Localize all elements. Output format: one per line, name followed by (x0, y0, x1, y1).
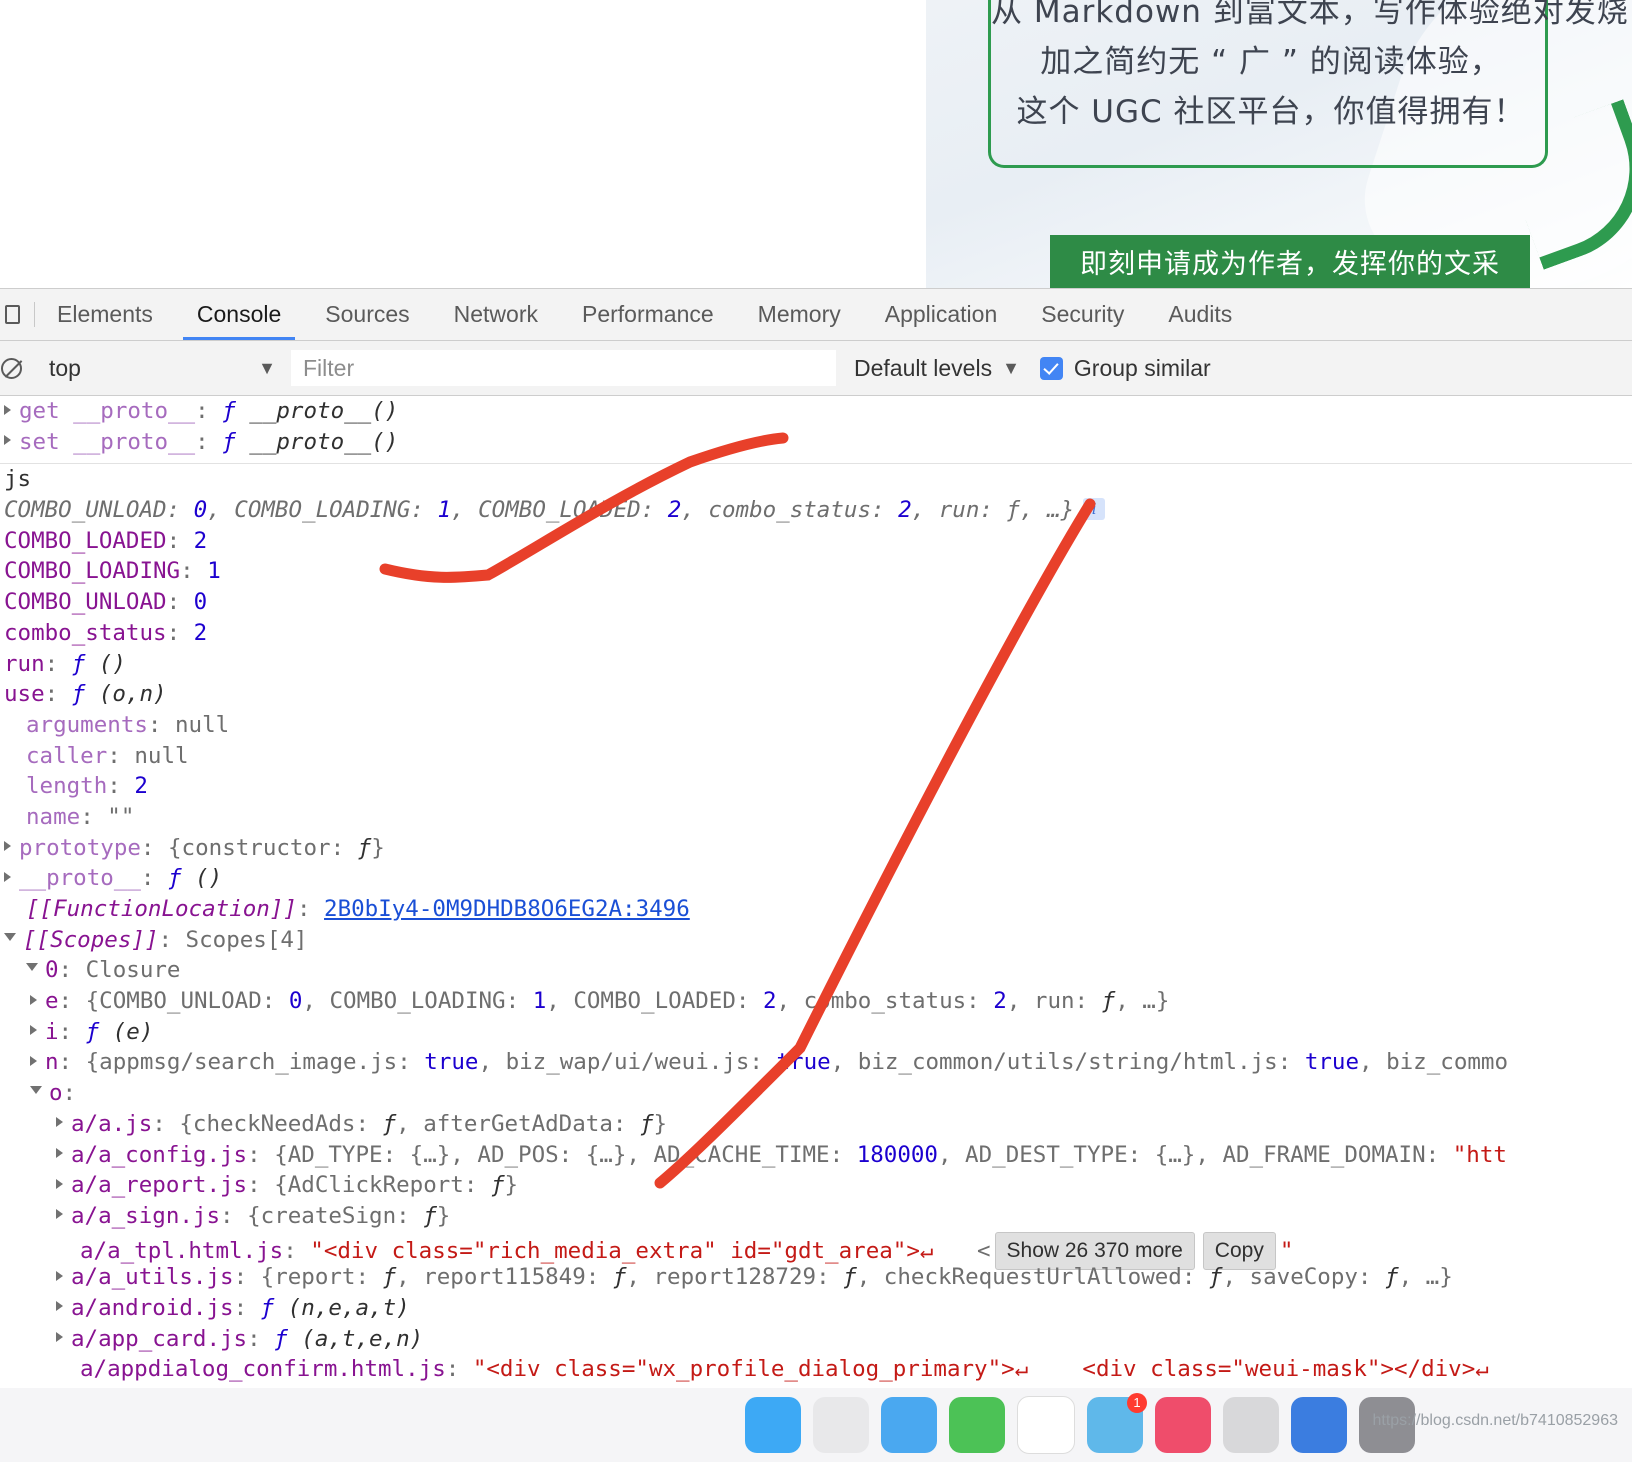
console-row-a-app-card-js[interactable]: a/app_card.js: ƒ (a,t,e,n) (0, 1324, 1632, 1355)
console-row-length: length: 2 (26, 773, 148, 800)
devtools-panel: Elements Console Sources Network Perform… (0, 288, 1632, 1391)
console-row-a-a-tpl-html-js[interactable]: a/a_tpl.html.js: "<div class="rich_media… (0, 1231, 1632, 1271)
dock-app-photos[interactable] (1223, 1397, 1279, 1453)
apply-author-button[interactable]: 即刻申请成为作者，发挥你的文采 (1050, 235, 1530, 288)
taskbar: 1 https://blog.csdn.net/b7410852963 (0, 1388, 1632, 1462)
console-row-scopes[interactable]: [[Scopes]]: Scopes[4] (0, 925, 1632, 956)
tab-elements[interactable]: Elements (35, 289, 175, 340)
console-row-proto[interactable]: __proto__: ƒ () (0, 863, 1632, 894)
console-row-run: run: ƒ () (4, 650, 126, 677)
dock-app-music[interactable] (1155, 1397, 1211, 1453)
dock-panel-icon (5, 305, 20, 324)
console-row-scope-n[interactable]: n: {appmsg/search_image.js: true, biz_wa… (0, 1047, 1632, 1078)
console-row-a-a-sign-js[interactable]: a/a_sign.js: {createSign: ƒ} (0, 1201, 1632, 1232)
console-output[interactable]: get __proto__: ƒ __proto__() set __proto… (0, 396, 1632, 1391)
console-row-a-a-report-js[interactable]: a/a_report.js: {AdClickReport: ƒ} (0, 1170, 1632, 1201)
log-levels-label: Default levels (854, 354, 993, 381)
dock-side-button[interactable] (0, 289, 34, 340)
disclosure-triangle-icon[interactable] (30, 1025, 37, 1036)
dock-app-terminal[interactable] (1291, 1397, 1347, 1453)
dock-app-safari[interactable] (813, 1397, 869, 1453)
tab-memory[interactable]: Memory (736, 289, 863, 340)
console-row-js-label: js (0, 463, 1632, 495)
clear-console-icon (0, 357, 22, 379)
console-row-arguments: arguments: null (26, 711, 230, 738)
filter-input[interactable] (291, 350, 836, 386)
tab-performance[interactable]: Performance (560, 289, 736, 340)
devtools-tabbar: Elements Console Sources Network Perform… (0, 289, 1632, 341)
dock-badge-notes: 1 (1127, 1393, 1147, 1413)
disclosure-triangle-icon[interactable] (56, 1332, 63, 1343)
disclosure-triangle-icon[interactable] (56, 1178, 63, 1189)
tab-audits[interactable]: Audits (1146, 289, 1254, 340)
promo-line-2: 加之简约无 “ 广 ” 的阅读体验， (1040, 44, 1502, 80)
watermark-text: https://blog.csdn.net/b7410852963 (1372, 1412, 1618, 1429)
tab-network[interactable]: Network (432, 289, 560, 340)
promo-line-3: 这个 UGC 社区平台，你值得拥有！ (1016, 94, 1526, 130)
console-row-a-a-config-js[interactable]: a/a_config.js: {AD_TYPE: {…}, AD_POS: {…… (0, 1140, 1632, 1171)
dock-app-finder[interactable] (745, 1397, 801, 1453)
disclosure-triangle-icon[interactable] (30, 1055, 37, 1066)
execution-context-label: top (49, 354, 81, 381)
console-row-caller: caller: null (26, 742, 189, 769)
chevron-down-icon: ▼ (1002, 357, 1020, 378)
disclosure-triangle-icon[interactable] (56, 1117, 63, 1128)
console-row-combo-unload: COMBO_UNLOAD: 0 (4, 589, 208, 616)
console-row-set-proto[interactable]: set __proto__: ƒ __proto__() (0, 427, 1632, 458)
console-row-scope-o[interactable]: o: (0, 1078, 1632, 1109)
disclosure-triangle-icon[interactable] (4, 435, 11, 446)
console-row-scope-0[interactable]: 0: Closure (0, 955, 1632, 986)
console-row-function-location: [[FunctionLocation]]: 2B0bIy4-0M9DHDB8O6… (26, 896, 690, 922)
disclosure-triangle-icon[interactable] (4, 404, 11, 415)
console-row-a-a-js[interactable]: a/a.js: {checkNeedAds: ƒ, afterGetAdData… (0, 1109, 1632, 1140)
disclosure-triangle-icon[interactable] (26, 963, 38, 976)
clear-console-button[interactable] (0, 357, 34, 379)
group-similar-toggle[interactable]: Group similar (1039, 354, 1211, 382)
console-row-scope-e[interactable]: e: {COMBO_UNLOAD: 0, COMBO_LOADING: 1, C… (0, 986, 1632, 1017)
js-label-text: js (4, 466, 32, 493)
dock: 1 (745, 1388, 1415, 1462)
console-row-object-summary[interactable]: COMBO_UNLOAD: 0, COMBO_LOADING: 1, COMBO… (0, 495, 1632, 526)
promo-line-1: 从 Markdown 到富文本，写作体验绝对发烧 (991, 0, 1629, 30)
group-similar-label: Group similar (1073, 354, 1211, 381)
console-toolbar: top ▼ Default levels ▼ Group similar (0, 341, 1632, 396)
disclosure-triangle-icon[interactable] (56, 1148, 63, 1158)
web-page-area: 从 Markdown 到富文本，写作体验绝对发烧 加之简约无 “ 广 ” 的阅读… (0, 0, 1632, 288)
console-row-a-appdialog-js[interactable]: a/appdialog_confirm.html.js: "<div class… (0, 1354, 1632, 1385)
info-badge-icon[interactable]: i (1083, 498, 1106, 521)
disclosure-triangle-icon[interactable] (56, 1301, 63, 1312)
disclosure-triangle-icon[interactable] (30, 994, 37, 1005)
console-row-combo-loaded: COMBO_LOADED: 2 (4, 527, 208, 554)
disclosure-triangle-icon[interactable] (4, 841, 11, 852)
console-row-combo-loading: COMBO_LOADING: 1 (4, 558, 221, 585)
console-row-combo-status: combo_status: 2 (4, 619, 208, 646)
function-location-link[interactable]: 2B0bIy4-0M9DHDB8O6EG2A:3496 (324, 896, 690, 922)
log-levels-select[interactable]: Default levels ▼ (854, 355, 1020, 382)
disclosure-triangle-icon[interactable] (4, 871, 11, 882)
console-row-a-a-utils-js[interactable]: a/a_utils.js: {report: ƒ, report115849: … (0, 1262, 1632, 1293)
disclosure-triangle-icon[interactable] (4, 932, 16, 946)
disclosure-triangle-icon[interactable] (30, 1086, 42, 1099)
dock-app-wechat[interactable] (949, 1397, 1005, 1453)
dock-app-notes[interactable]: 1 (1087, 1393, 1147, 1453)
console-row-scope-i[interactable]: i: ƒ (e) (0, 1017, 1632, 1048)
tab-application[interactable]: Application (863, 289, 1020, 340)
promo-text-box: 从 Markdown 到富文本，写作体验绝对发烧 加之简约无 “ 广 ” 的阅读… (988, 0, 1629, 168)
group-similar-checkbox[interactable] (1039, 356, 1063, 380)
tab-security[interactable]: Security (1019, 289, 1146, 340)
tab-sources[interactable]: Sources (303, 289, 431, 340)
page-blank-left (0, 0, 926, 288)
execution-context-select[interactable]: top ▼ (35, 355, 290, 382)
disclosure-triangle-icon[interactable] (56, 1270, 63, 1281)
console-row-name: name: "" (26, 803, 135, 830)
console-row-get-proto[interactable]: get __proto__: ƒ __proto__() (0, 396, 1632, 427)
tab-console[interactable]: Console (175, 289, 303, 340)
dock-app-mail[interactable] (881, 1397, 937, 1453)
disclosure-triangle-icon[interactable] (56, 1209, 63, 1220)
console-row-prototype[interactable]: prototype: {constructor: ƒ} (0, 833, 1632, 864)
console-row-use: use: ƒ (o,n) (4, 681, 167, 708)
chevron-down-icon: ▼ (258, 357, 276, 378)
dock-app-qq[interactable] (1017, 1396, 1075, 1454)
console-row-a-android-js[interactable]: a/android.js: ƒ (n,e,a,t) (0, 1293, 1632, 1324)
